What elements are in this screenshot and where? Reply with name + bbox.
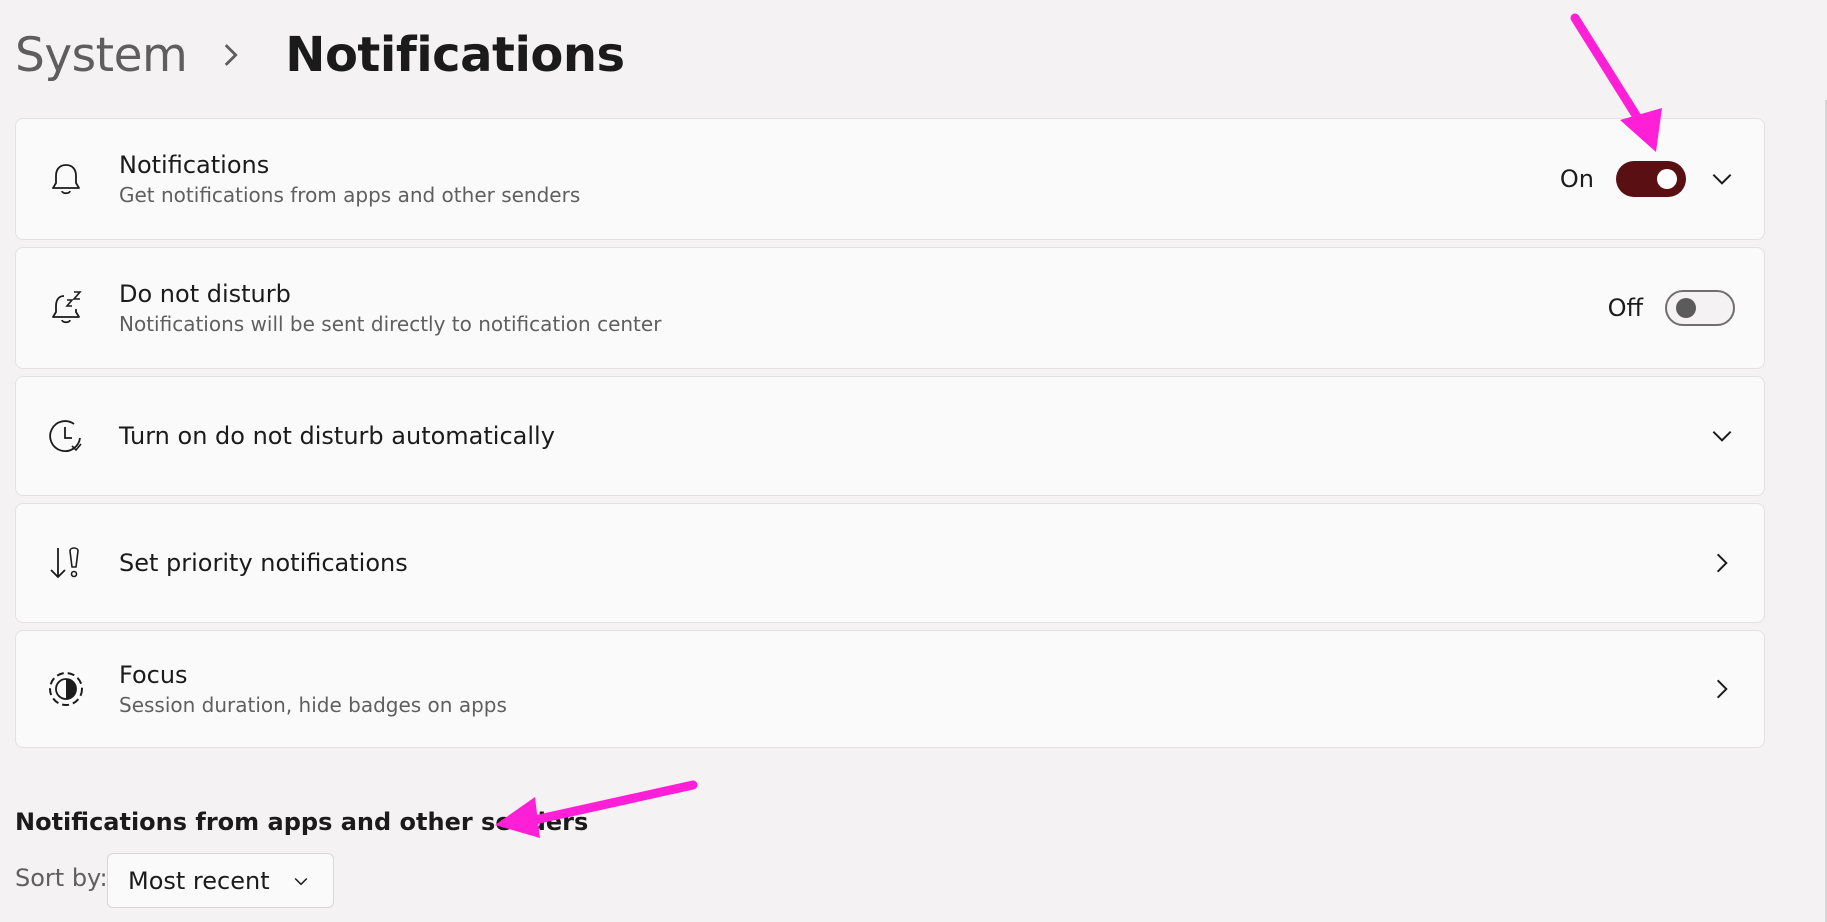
breadcrumb: System Notifications [15,20,625,90]
section-heading: Notifications from apps and other sender… [15,808,589,836]
toggle-knob [1657,169,1677,189]
notifications-card[interactable]: Notifications Get notifications from app… [15,118,1765,240]
chevron-right-icon [225,44,238,66]
sort-dropdown[interactable]: Most recent [107,853,334,908]
focus-title: Focus [119,661,188,689]
notifications-subtitle: Get notifications from apps and other se… [119,183,581,207]
focus-card[interactable]: Focus Session duration, hide badges on a… [15,630,1765,748]
sort-value: Most recent [128,866,270,895]
do-not-disturb-card[interactable]: Do not disturb Notifications will be sen… [15,247,1765,369]
priority-icon [50,547,79,579]
chevron-down-icon [294,877,308,885]
bell-snooze-icon [52,291,82,324]
focus-icon [49,672,83,706]
dnd-state-label: Off [1607,294,1643,322]
sort-label: Sort by: [15,864,108,892]
chevron-down-icon[interactable] [1709,423,1735,449]
toggle-knob [1676,298,1696,318]
bell-icon [52,164,80,195]
auto-dnd-title: Turn on do not disturb automatically [119,422,555,450]
notifications-title: Notifications [119,151,270,179]
notifications-state-label: On [1559,165,1594,193]
page-title: Notifications [285,27,625,83]
breadcrumb-system[interactable]: System [15,28,188,83]
auto-dnd-card[interactable]: Turn on do not disturb automatically [15,376,1765,496]
notifications-toggle[interactable] [1616,161,1686,197]
chevron-down-icon[interactable] [1709,166,1735,192]
priority-notifications-card[interactable]: Set priority notifications [15,503,1765,623]
dnd-subtitle: Notifications will be sent directly to n… [119,312,662,336]
focus-subtitle: Session duration, hide badges on apps [119,693,507,717]
chevron-right-icon[interactable] [1709,550,1735,576]
priority-title: Set priority notifications [119,549,408,577]
clock-icon [49,420,82,452]
dnd-toggle[interactable] [1665,290,1735,326]
chevron-right-icon[interactable] [1709,676,1735,702]
dnd-title: Do not disturb [119,280,291,308]
